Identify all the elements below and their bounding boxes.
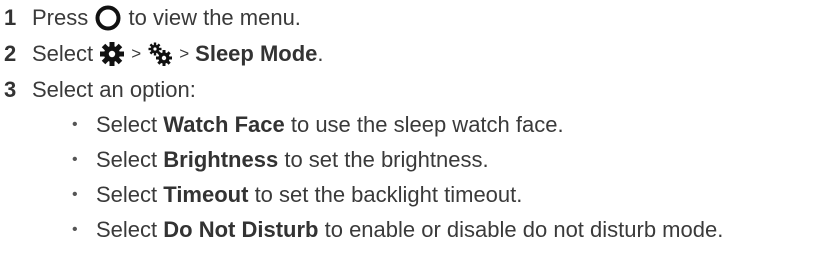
step-text: Select an option: — [32, 77, 196, 102]
option-description: to use the sleep watch face. — [290, 112, 564, 137]
step-number: 1 — [4, 5, 17, 30]
separator: > — [131, 44, 142, 63]
gear-icon — [99, 41, 125, 67]
instruction-document: 1 Press to view the menu. 2 Select > > S… — [0, 0, 826, 277]
option-do-not-disturb: • Select Do Not Disturb to enable or dis… — [72, 213, 723, 247]
menu-path-sleep-mode: Sleep Mode — [195, 41, 318, 66]
option-brightness: • Select Brightness to set the brightnes… — [72, 143, 489, 177]
step-1: 1 Press to view the menu. — [0, 0, 301, 36]
step-post-text: . — [317, 41, 324, 66]
option-pre-text: Select — [96, 147, 158, 172]
option-label: Do Not Disturb — [163, 217, 319, 242]
circle-button-icon — [94, 4, 122, 32]
step-number: 2 — [4, 41, 17, 66]
step-text: Select > > Sleep Mode . — [32, 41, 324, 67]
option-description: to set the brightness. — [284, 147, 489, 172]
bullet: • — [72, 151, 78, 168]
option-label: Brightness — [163, 147, 279, 172]
option-pre-text: Select — [96, 182, 158, 207]
separator: > — [179, 44, 190, 63]
step-pre-text: Press — [32, 5, 89, 30]
step-2: 2 Select > > Sleep Mode . — [0, 36, 324, 72]
option-timeout: • Select Timeout to set the backlight ti… — [72, 178, 522, 212]
option-description: to enable or disable do not disturb mode… — [324, 217, 724, 242]
option-pre-text: Select — [96, 112, 158, 137]
gears-icon — [147, 41, 173, 67]
step-text: Press to view the menu. — [32, 4, 301, 32]
bullet: • — [72, 221, 78, 238]
bullet: • — [72, 116, 78, 133]
option-watch-face: • Select Watch Face to use the sleep wat… — [72, 108, 564, 142]
step-post-text: to view the menu. — [128, 5, 301, 30]
step-number: 3 — [4, 77, 17, 102]
option-label: Watch Face — [163, 112, 285, 137]
step-3: 3 Select an option: — [0, 72, 196, 108]
bullet: • — [72, 186, 78, 203]
option-label: Timeout — [163, 182, 249, 207]
step-pre-text: Select — [32, 41, 94, 66]
option-description: to set the backlight timeout. — [254, 182, 523, 207]
option-pre-text: Select — [96, 217, 158, 242]
